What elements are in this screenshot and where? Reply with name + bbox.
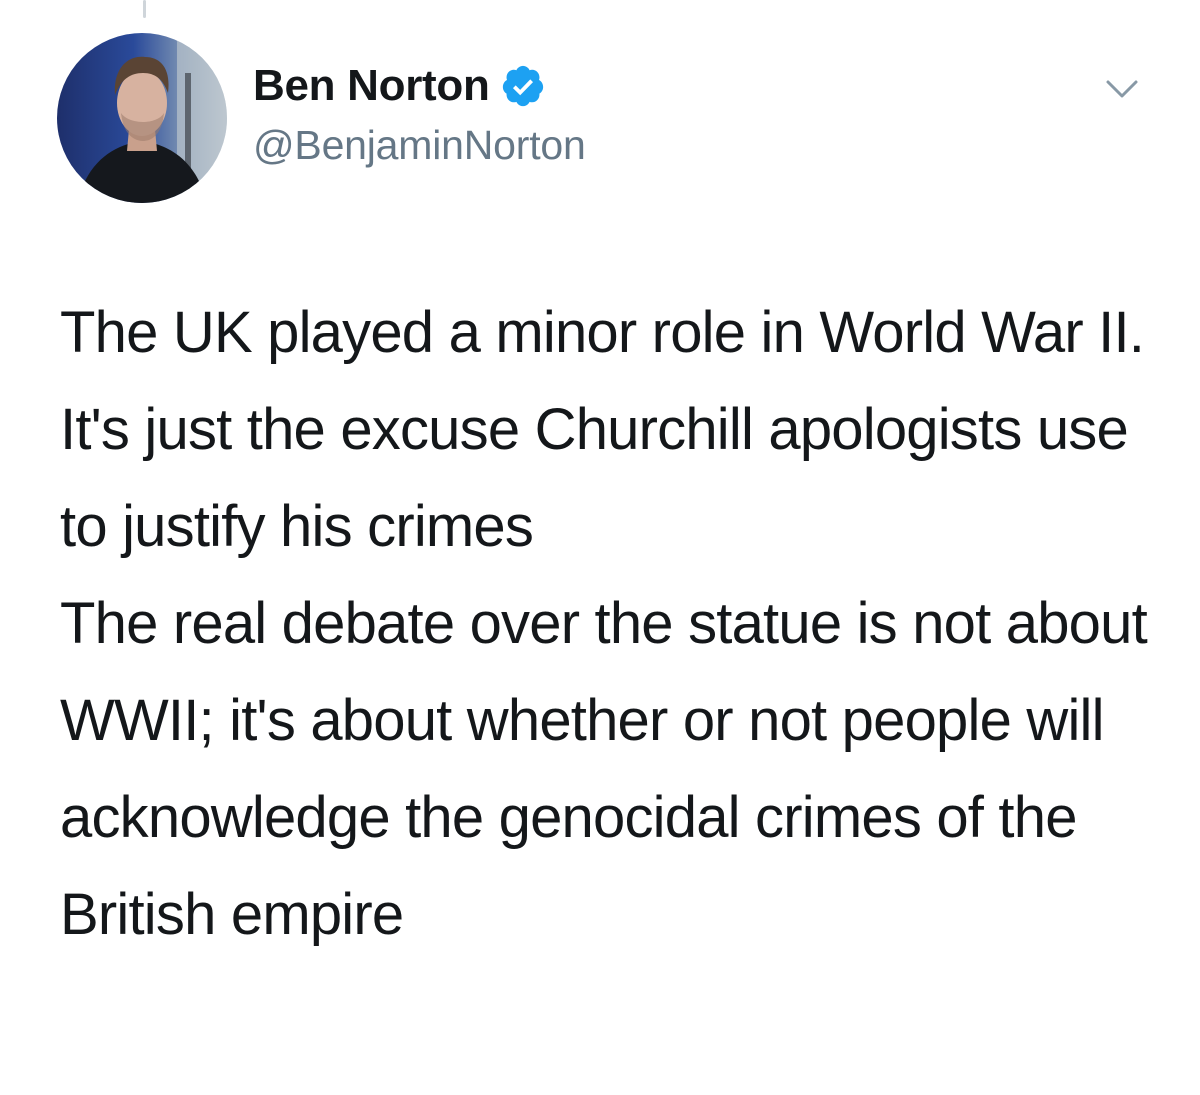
- tweet-paragraph: The real debate over the statue is not a…: [60, 591, 1148, 947]
- tweet-paragraph: The UK played a minor role in World War …: [60, 300, 1145, 559]
- verified-badge-icon: [500, 63, 546, 109]
- tweet-header: Ben Norton @BenjaminNorton: [253, 58, 586, 169]
- author-display-name[interactable]: Ben Norton: [253, 61, 490, 111]
- chevron-down-icon[interactable]: [1102, 70, 1142, 106]
- tweet-text: The UK played a minor role in World War …: [60, 284, 1170, 963]
- name-row: Ben Norton: [253, 58, 586, 114]
- avatar[interactable]: [57, 33, 227, 203]
- author-handle[interactable]: @BenjaminNorton: [253, 122, 586, 169]
- thread-connector-line: [143, 0, 146, 18]
- avatar-photo: [57, 33, 227, 203]
